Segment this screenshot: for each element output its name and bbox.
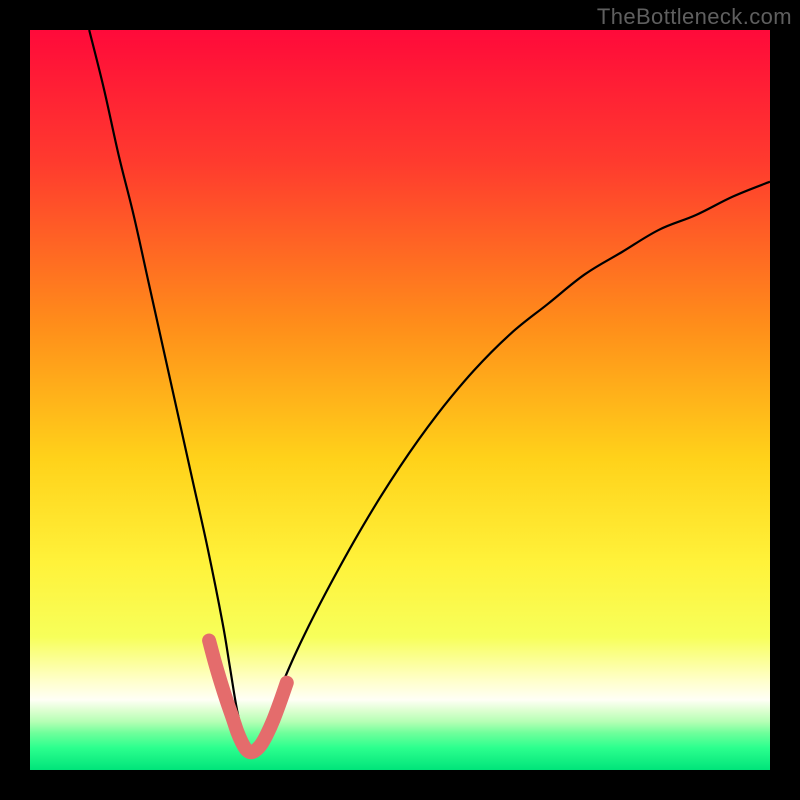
chart-frame: TheBottleneck.com bbox=[0, 0, 800, 800]
chart-svg bbox=[30, 30, 770, 770]
plot-area bbox=[30, 30, 770, 770]
chart-background bbox=[30, 30, 770, 770]
watermark-text: TheBottleneck.com bbox=[597, 4, 792, 30]
